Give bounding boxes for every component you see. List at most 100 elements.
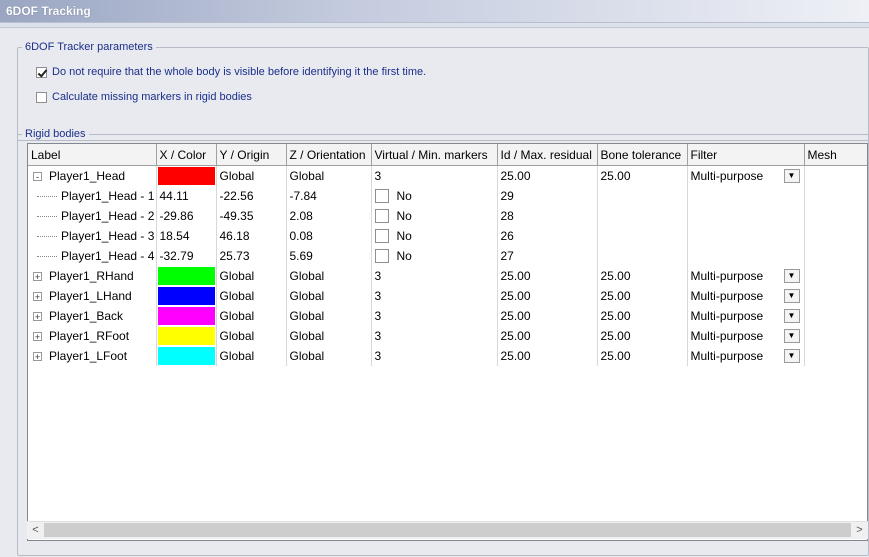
column-header-y-origin[interactable]: Y / Origin <box>216 144 287 166</box>
filter-dropdown-icon[interactable]: ▼ <box>783 269 800 283</box>
virtual-min-markers-cell[interactable]: 3 <box>371 165 498 186</box>
filter-cell[interactable] <box>687 186 805 206</box>
z-orientation-cell[interactable]: Global <box>286 346 372 366</box>
scroll-left-button[interactable]: < <box>27 522 44 539</box>
virtual-min-markers-cell[interactable]: 3 <box>371 306 498 326</box>
column-header-x-color[interactable]: X / Color <box>156 144 217 166</box>
mesh-cell[interactable] <box>804 326 867 346</box>
marker-row[interactable]: Player1_Head - 1 44.11 -22.56 -7.84 No 29 <box>28 186 867 206</box>
virtual-min-markers-cell[interactable]: No <box>371 246 498 266</box>
z-orientation-cell[interactable]: Global <box>286 286 372 306</box>
rigid-bodies-grid[interactable]: Label X / Color Y / Origin Z / Orientation V… <box>27 143 868 541</box>
column-header-z-orientation[interactable]: Z / Orientation <box>286 144 372 166</box>
mesh-cell[interactable] <box>804 246 867 266</box>
color-cell[interactable] <box>156 346 217 366</box>
z-orientation-cell[interactable]: -7.84 <box>286 186 372 206</box>
require-whole-body-checkbox[interactable] <box>36 66 47 78</box>
y-origin-cell[interactable]: 46.18 <box>216 226 287 246</box>
expand-icon[interactable]: + <box>33 332 42 342</box>
virtual-checkbox[interactable] <box>374 229 389 243</box>
id-max-residual-cell[interactable]: 25.00 <box>497 266 598 286</box>
id-max-residual-cell[interactable]: 25.00 <box>497 326 598 346</box>
y-origin-cell[interactable]: Global <box>216 266 287 286</box>
id-max-residual-cell[interactable]: 25.00 <box>497 286 598 306</box>
expand-icon[interactable]: + <box>33 352 42 362</box>
expand-icon[interactable]: + <box>33 292 42 302</box>
id-max-residual-cell[interactable]: 25.00 <box>497 346 598 366</box>
color-cell[interactable] <box>156 326 217 346</box>
filter-cell[interactable]: Multi-purpose ▼ <box>687 266 805 286</box>
bone-tolerance-cell[interactable]: 25.00 <box>597 286 688 306</box>
z-orientation-cell[interactable]: Global <box>286 306 372 326</box>
bone-tolerance-cell[interactable]: 25.00 <box>597 346 688 366</box>
expand-icon[interactable]: + <box>33 312 42 322</box>
label-cell[interactable]: + Player1_Back <box>28 306 157 326</box>
id-max-residual-cell[interactable]: 29 <box>497 186 598 206</box>
mesh-cell[interactable] <box>804 286 867 306</box>
marker-row[interactable]: Player1_Head - 4 -32.79 25.73 5.69 No 27 <box>28 246 867 266</box>
z-orientation-cell[interactable]: 2.08 <box>286 206 372 226</box>
z-orientation-cell[interactable]: 0.08 <box>286 226 372 246</box>
filter-dropdown-icon[interactable]: ▼ <box>783 329 800 343</box>
bone-tolerance-cell[interactable]: 25.00 <box>597 165 688 186</box>
scroll-thumb[interactable] <box>44 523 851 537</box>
rigid-body-row[interactable]: - Player1_Head Global Global 3 25.00 25.00 Mult… <box>28 165 867 186</box>
virtual-min-markers-cell[interactable]: No <box>371 186 498 206</box>
mesh-cell[interactable] <box>804 165 867 186</box>
color-cell[interactable] <box>156 266 217 286</box>
filter-dropdown-icon[interactable]: ▼ <box>783 289 800 303</box>
filter-dropdown-icon[interactable]: ▼ <box>783 169 800 183</box>
virtual-min-markers-cell[interactable]: No <box>371 226 498 246</box>
id-max-residual-cell[interactable]: 25.00 <box>497 306 598 326</box>
color-swatch[interactable] <box>157 267 215 285</box>
mesh-cell[interactable] <box>804 206 867 226</box>
filter-cell[interactable]: Multi-purpose ▼ <box>687 306 805 326</box>
virtual-checkbox[interactable] <box>374 189 389 203</box>
column-header-bone-tolerance[interactable]: Bone tolerance <box>597 144 688 166</box>
column-header-filter[interactable]: Filter <box>687 144 805 166</box>
z-orientation-cell[interactable]: Global <box>286 326 372 346</box>
filter-cell[interactable]: Multi-purpose ▼ <box>687 346 805 366</box>
color-cell[interactable] <box>156 165 217 186</box>
mesh-cell[interactable] <box>804 266 867 286</box>
horizontal-scrollbar[interactable]: < > <box>27 521 868 539</box>
label-cell[interactable]: - Player1_Head <box>28 165 157 186</box>
label-cell[interactable]: + Player1_LFoot <box>28 346 157 366</box>
marker-row[interactable]: Player1_Head - 3 18.54 46.18 0.08 No 26 <box>28 226 867 246</box>
filter-cell[interactable] <box>687 246 805 266</box>
color-swatch[interactable] <box>157 347 215 365</box>
y-origin-cell[interactable]: Global <box>216 165 287 186</box>
label-cell[interactable]: Player1_Head - 3 <box>28 226 157 246</box>
mesh-cell[interactable] <box>804 226 867 246</box>
y-origin-cell[interactable]: 25.73 <box>216 246 287 266</box>
virtual-min-markers-cell[interactable]: 3 <box>371 286 498 306</box>
label-cell[interactable]: + Player1_LHand <box>28 286 157 306</box>
virtual-min-markers-cell[interactable]: 3 <box>371 266 498 286</box>
label-cell[interactable]: Player1_Head - 1 <box>28 186 157 206</box>
filter-dropdown-icon[interactable]: ▼ <box>783 349 800 363</box>
rigid-body-row[interactable]: + Player1_LHand Global Global 3 25.00 25.00 Mul… <box>28 286 867 306</box>
x-cell[interactable]: -32.79 <box>156 246 217 266</box>
bone-tolerance-cell[interactable]: 25.00 <box>597 306 688 326</box>
mesh-cell[interactable] <box>804 186 867 206</box>
filter-cell[interactable]: Multi-purpose ▼ <box>687 165 805 186</box>
label-cell[interactable]: + Player1_RHand <box>28 266 157 286</box>
bone-tolerance-cell[interactable] <box>597 206 688 226</box>
column-header-mesh[interactable]: Mesh <box>804 144 867 166</box>
mesh-cell[interactable] <box>804 346 867 366</box>
y-origin-cell[interactable]: -49.35 <box>216 206 287 226</box>
y-origin-cell[interactable]: Global <box>216 346 287 366</box>
color-swatch[interactable] <box>157 287 215 305</box>
rigid-body-row[interactable]: + Player1_Back Global Global 3 25.00 25.00 Mult… <box>28 306 867 326</box>
virtual-checkbox[interactable] <box>374 209 389 223</box>
require-whole-body-option[interactable]: Do not require that the whole body is vi… <box>36 64 426 80</box>
z-orientation-cell[interactable]: Global <box>286 266 372 286</box>
filter-cell[interactable]: Multi-purpose ▼ <box>687 326 805 346</box>
column-header-virtual-min-markers[interactable]: Virtual / Min. markers <box>371 144 498 166</box>
id-max-residual-cell[interactable]: 27 <box>497 246 598 266</box>
rigid-body-row[interactable]: + Player1_RHand Global Global 3 25.00 25.00 Mul… <box>28 266 867 286</box>
bone-tolerance-cell[interactable] <box>597 226 688 246</box>
column-header-label[interactable]: Label <box>28 144 157 166</box>
y-origin-cell[interactable]: Global <box>216 326 287 346</box>
bone-tolerance-cell[interactable]: 25.00 <box>597 326 688 346</box>
